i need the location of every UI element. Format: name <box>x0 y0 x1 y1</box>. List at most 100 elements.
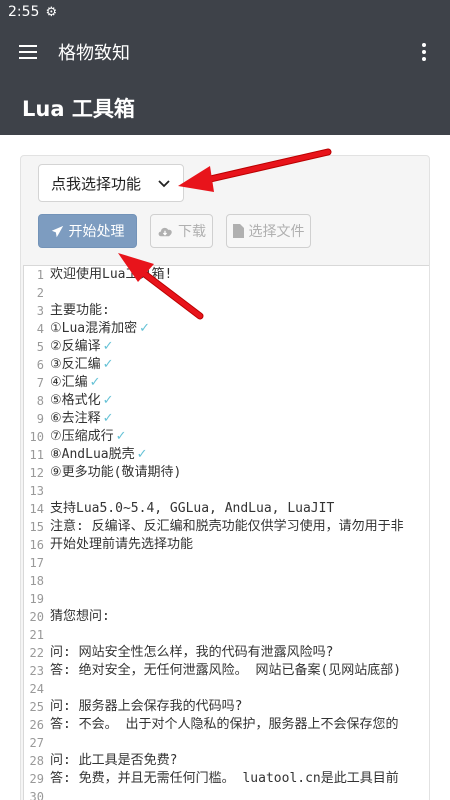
line-number: 24 <box>29 682 44 696</box>
code-line: 4 ①Lua混淆加密 ✓ <box>24 320 429 338</box>
checkmark-icon: ✓ <box>102 357 114 372</box>
code-line: 28 问: 此工具是否免费? <box>24 752 429 770</box>
code-line: 26 答: 不会。 出于对个人隐私的保护，服务器上不会保存您的 <box>24 716 429 734</box>
line-number: 11 <box>29 448 44 462</box>
code-line: 9 ⑥去注释 ✓ <box>24 410 429 428</box>
line-number: 1 <box>36 268 44 282</box>
line-text: ④汇编 <box>50 375 88 390</box>
select-file-button[interactable]: 选择文件 <box>226 214 311 248</box>
status-time: 2:55 <box>8 4 40 20</box>
line-number: 30 <box>29 790 44 800</box>
line-number: 28 <box>29 754 44 768</box>
line-number: 23 <box>29 664 44 678</box>
line-number: 29 <box>29 772 44 786</box>
checkmark-icon: ✓ <box>136 447 148 462</box>
line-number: 5 <box>36 340 44 354</box>
line-text: ①Lua混淆加密 <box>50 321 138 336</box>
code-line: 19 <box>24 590 429 608</box>
start-button[interactable]: 开始处理 <box>38 214 137 248</box>
code-line: 3 主要功能: <box>24 302 429 320</box>
file-icon <box>232 224 244 238</box>
code-line: 10 ⑦压缩成行 ✓ <box>24 428 429 446</box>
code-line: 23 答: 绝对安全，无任何泄露风险。 网站已备案(见网站底部) <box>24 662 429 680</box>
code-line: 30 <box>24 788 429 800</box>
line-number: 26 <box>29 718 44 732</box>
line-text: ③反汇编 <box>50 357 101 372</box>
code-line: 7 ④汇编 ✓ <box>24 374 429 392</box>
download-button[interactable]: 下载 <box>150 214 213 248</box>
line-text: 注意: 反编译、反汇编和脱壳功能仅供学习使用，请勿用于非 <box>50 519 404 534</box>
function-select-label: 点我选择功能 <box>51 174 142 193</box>
code-line: 25 问: 服务器上会保存我的代码吗? <box>24 698 429 716</box>
cloud-download-icon <box>158 227 172 236</box>
app-title: 格物致知 <box>58 43 130 64</box>
line-text: 支持Lua5.0~5.4, GGLua, AndLua, LuaJIT <box>50 501 335 516</box>
code-line: 14 支持Lua5.0~5.4, GGLua, AndLua, LuaJIT <box>24 500 429 518</box>
code-line: 6 ③反汇编 ✓ <box>24 356 429 374</box>
more-options-icon[interactable] <box>404 24 444 80</box>
checkmark-icon: ✓ <box>102 411 114 426</box>
code-line: 21 <box>24 626 429 644</box>
line-number: 20 <box>29 610 44 624</box>
code-line: 12 ⑨更多功能(敬请期待) <box>24 464 429 482</box>
line-number: 4 <box>36 322 44 336</box>
line-text: 问: 网站安全性怎么样，我的代码有泄露风险吗? <box>50 645 334 660</box>
line-text: 答: 绝对安全，无任何泄露风险。 网站已备案(见网站底部) <box>50 663 402 678</box>
start-button-label: 开始处理 <box>68 224 125 240</box>
download-button-label: 下载 <box>178 224 206 240</box>
line-number: 21 <box>29 628 44 642</box>
line-text: 答: 不会。 出于对个人隐私的保护，服务器上不会保存您的 <box>50 717 399 732</box>
code-line: 8 ⑤格式化 ✓ <box>24 392 429 410</box>
line-number: 22 <box>29 646 44 660</box>
line-text: ⑦压缩成行 <box>50 429 114 444</box>
settings-gear-icon: ⚙ <box>45 4 58 20</box>
line-text: ⑤格式化 <box>50 393 101 408</box>
line-number: 3 <box>36 304 44 318</box>
code-line: 13 <box>24 482 429 500</box>
code-line: 20 猜您想问: <box>24 608 429 626</box>
checkmark-icon: ✓ <box>89 375 101 390</box>
send-icon <box>51 225 63 237</box>
checkmark-icon: ✓ <box>115 429 127 444</box>
app-bar: 格物致知 <box>0 24 450 80</box>
line-number: 19 <box>29 592 44 606</box>
code-line: 1 欢迎使用Lua工具箱! <box>24 266 429 284</box>
line-text: ②反编译 <box>50 339 101 354</box>
line-number: 14 <box>29 502 44 516</box>
function-select[interactable]: 点我选择功能 <box>38 164 184 202</box>
checkmark-icon: ✓ <box>139 321 151 336</box>
checkmark-icon: ✓ <box>102 339 114 354</box>
code-line: 17 <box>24 554 429 572</box>
line-text: ⑥去注释 <box>50 411 101 426</box>
code-line: 29 答: 免费，并且无需任何门槛。 luatool.cn是此工具目前 <box>24 770 429 788</box>
menu-button[interactable] <box>0 24 56 80</box>
line-number: 10 <box>29 430 44 444</box>
code-line: 2 <box>24 284 429 302</box>
line-number: 15 <box>29 520 44 534</box>
line-text: ⑨更多功能(敬请期待) <box>50 465 182 480</box>
select-file-button-label: 选择文件 <box>248 224 305 240</box>
line-number: 25 <box>29 700 44 714</box>
code-line: 16 开始处理前请先选择功能 <box>24 536 429 554</box>
line-text: 答: 免费，并且无需任何门槛。 luatool.cn是此工具目前 <box>50 771 399 786</box>
code-line: 5 ②反编译 ✓ <box>24 338 429 356</box>
line-number: 18 <box>29 574 44 588</box>
code-line: 27 <box>24 734 429 752</box>
line-number: 8 <box>36 394 44 408</box>
code-line: 18 <box>24 572 429 590</box>
checkmark-icon: ✓ <box>102 393 114 408</box>
tool-card: 点我选择功能 开始处理 下载 选择文件 1 欢迎使用Lua工具箱! 2 3 主要功能: 4… <box>20 155 430 800</box>
line-text: 开始处理前请先选择功能 <box>50 537 194 552</box>
line-text: 主要功能: <box>50 303 110 318</box>
line-number: 12 <box>29 466 44 480</box>
line-text: 猜您想问: <box>50 609 110 624</box>
code-editor[interactable]: 1 欢迎使用Lua工具箱! 2 3 主要功能: 4 ①Lua混淆加密 ✓ 5 ②反编译 ✓ 6 ③反汇编… <box>23 265 429 800</box>
line-number: 9 <box>36 412 44 426</box>
code-line: 11 ⑧AndLua脱壳 ✓ <box>24 446 429 464</box>
line-number: 2 <box>36 286 44 300</box>
line-number: 27 <box>29 736 44 750</box>
line-text: ⑧AndLua脱壳 <box>50 447 135 462</box>
line-number: 16 <box>29 538 44 552</box>
line-number: 17 <box>29 556 44 570</box>
hamburger-icon <box>19 45 37 59</box>
